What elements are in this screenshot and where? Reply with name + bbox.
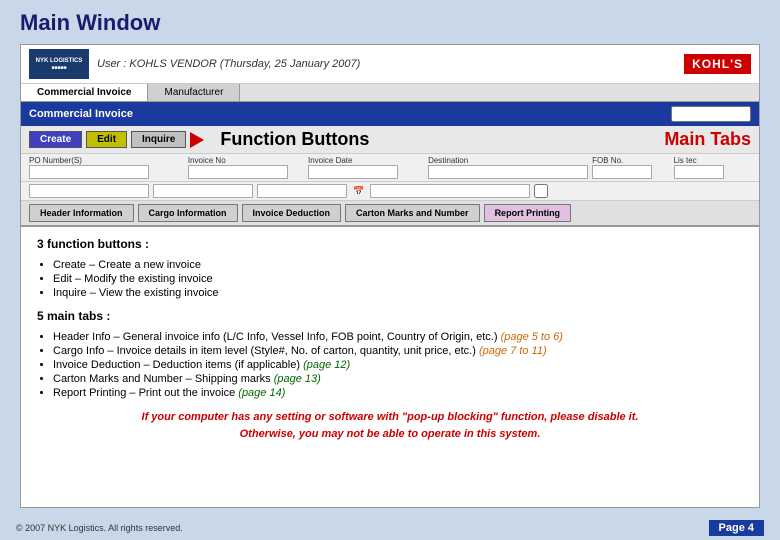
list-item: Carton Marks and Number – Shipping marks… [53,373,743,385]
tab-commercial-invoice[interactable]: Commercial Invoice [21,84,148,101]
kohls-logo-badge: KOHL'S [684,54,751,74]
nav-tabs-row: Commercial Invoice Manufacturer [21,84,759,102]
main-tabs-label: Main Tabs [664,129,751,150]
warning-line1: If your computer has any setting or soft… [142,411,639,423]
row2-input1[interactable] [29,184,149,198]
tab-header-information[interactable]: Header Information [29,204,134,222]
invoice-date-field: Invoice Date [308,156,424,179]
tabs-item-2-prefix: Invoice Deduction – Deduction items (if … [53,359,300,371]
edit-button[interactable]: Edit [86,131,127,148]
calendar-icon[interactable]: 📅 [353,186,364,197]
invoice-date-label: Invoice Date [308,156,424,165]
create-button[interactable]: Create [29,131,82,148]
function-row: Create Edit Inquire Function Buttons Mai… [21,126,759,154]
tab-buttons-row: Header Information Cargo Information Inv… [21,201,759,227]
form-fields-row2: 📅 [21,182,759,201]
fob-no-field: FOB No. [592,156,669,179]
listed-field: Lis tec [674,156,751,179]
fob-no-label: FOB No. [592,156,669,165]
tab-manufacturer[interactable]: Manufacturer [148,84,240,101]
user-info: User : KOHLS VENDOR (Thursday, 25 Januar… [97,58,360,70]
warning-line2: Otherwise, you may not be able to operat… [240,428,541,440]
list-item: Invoice Deduction – Deduction items (if … [53,359,743,371]
tabs-item-4-suffix: (page 14) [238,387,285,399]
tab-invoice-deduction[interactable]: Invoice Deduction [242,204,342,222]
list-item: Create – Create a new invoice [53,259,743,271]
function-list: Create – Create a new invoice Edit – Mod… [53,259,743,299]
nyk-logo: NYK LOGISTICS ■■■■■ [29,49,89,79]
po-number-label: PO Number(S) [29,156,184,165]
invoice-date-input[interactable] [308,165,398,179]
copyright-text: © 2007 NYK Logistics. All rights reserve… [16,523,183,533]
tabs-item-3-suffix: (page 13) [274,373,321,385]
function-buttons-label: Function Buttons [220,129,369,150]
invoice-no-label: Invoice No [188,156,304,165]
list-item: Inquire – View the existing invoice [53,287,743,299]
blue-header-title: Commercial Invoice [29,108,133,120]
warning-text: If your computer has any setting or soft… [37,409,743,442]
footer: © 2007 NYK Logistics. All rights reserve… [0,516,780,540]
invoice-no-input[interactable] [188,165,288,179]
row2-input2[interactable] [153,184,253,198]
user-bar-left: NYK LOGISTICS ■■■■■ User : KOHLS VENDOR … [29,49,360,79]
function-section-title: 3 function buttons : [37,237,743,251]
user-bar: NYK LOGISTICS ■■■■■ User : KOHLS VENDOR … [21,45,759,84]
form-fields-row1: PO Number(S) Invoice No Invoice Date Des… [21,154,759,182]
tab-carton-marks[interactable]: Carton Marks and Number [345,204,480,222]
page-badge: Page 4 [709,520,764,536]
list-item: Edit – Modify the existing invoice [53,273,743,285]
tabs-item-4-prefix: Report Printing – Print out the invoice [53,387,235,399]
header-input-field[interactable] [671,106,751,122]
tabs-item-0-prefix: Header Info – General invoice info (L/C … [53,331,498,343]
po-number-input[interactable] [29,165,149,179]
tab-report-printing[interactable]: Report Printing [484,204,572,222]
list-item: Report Printing – Print out the invoice … [53,387,743,399]
browser-window: NYK LOGISTICS ■■■■■ User : KOHLS VENDOR … [20,44,760,508]
listed-label: Lis tec [674,156,751,165]
tabs-item-3-prefix: Carton Marks and Number – Shipping marks [53,373,271,385]
listed-input[interactable] [674,165,724,179]
row2-checkbox[interactable] [534,184,548,198]
fob-no-input[interactable] [592,165,652,179]
row2-input3[interactable] [370,184,530,198]
po-number-field: PO Number(S) [29,156,184,179]
blue-header: Commercial Invoice [21,102,759,126]
tabs-item-2-suffix: (page 12) [303,359,350,371]
page-title: Main Window [20,10,760,36]
list-item: Cargo Info – Invoice details in item lev… [53,345,743,357]
destination-label: Destination [428,156,588,165]
list-item: Header Info – General invoice info (L/C … [53,331,743,343]
destination-field: Destination [428,156,588,179]
invoice-no-field: Invoice No [188,156,304,179]
tab-cargo-information[interactable]: Cargo Information [138,204,238,222]
tabs-item-0-suffix: (page 5 to 6) [501,331,563,343]
tabs-item-1-prefix: Cargo Info – Invoice details in item lev… [53,345,476,357]
destination-input[interactable] [428,165,588,179]
tabs-item-1-suffix: (page 7 to 11) [479,345,547,357]
tabs-list: Header Info – General invoice info (L/C … [53,331,743,399]
inquire-button[interactable]: Inquire [131,131,186,148]
row2-date-input[interactable] [257,184,347,198]
arrow-icon [190,132,204,148]
tabs-section-title: 5 main tabs : [37,309,743,323]
content-area: 3 function buttons : Create – Create a n… [21,227,759,507]
